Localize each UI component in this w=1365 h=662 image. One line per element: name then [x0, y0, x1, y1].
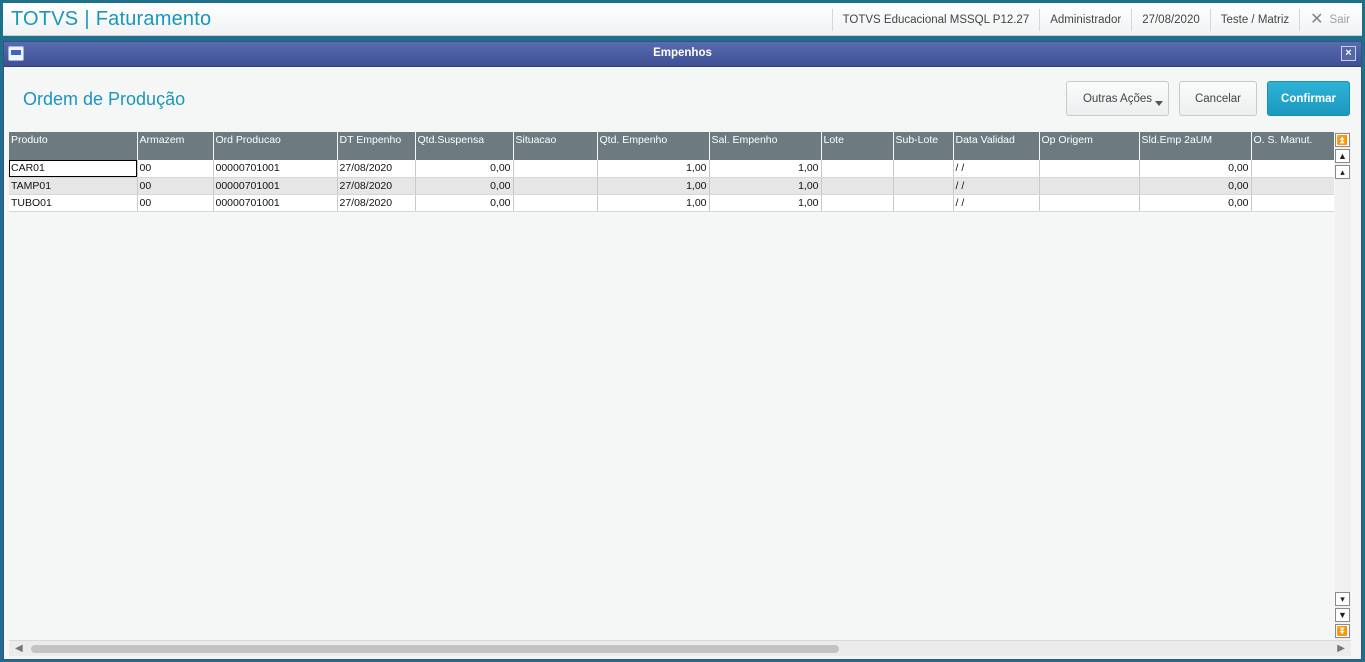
- table-cell[interactable]: 1,00: [709, 194, 822, 212]
- table-cell[interactable]: 27/08/2020: [337, 194, 416, 212]
- table-row[interactable]: CAR01 00 00000701001 27/08/2020 0,00 1,00 1,00…: [9, 160, 1334, 178]
- app-header: TOTVS | Faturamento TOTVS Educacional MSSQ…: [3, 3, 1362, 36]
- column-header[interactable]: Sld.Emp 2aUM: [1139, 132, 1252, 160]
- scroll-right-icon[interactable]: ▶: [1337, 643, 1345, 654]
- column-header[interactable]: Armazem: [137, 132, 214, 160]
- scrollbar-thumb[interactable]: [31, 645, 839, 653]
- column-header[interactable]: Sub-Lote: [893, 132, 954, 160]
- page-down-icon[interactable]: ▼: [1335, 608, 1350, 622]
- table-cell[interactable]: 00000701001: [213, 177, 338, 195]
- table-cell[interactable]: [513, 194, 598, 212]
- table-header-row: Produto Armazem Ord Producao DT Empenho Qtd.…: [9, 132, 1334, 160]
- dialog-header: Ordem de Produção Outras Ações Cancelar …: [4, 67, 1361, 131]
- logout-label: Sair: [1329, 13, 1350, 26]
- table-cell[interactable]: 0,00: [1139, 177, 1252, 195]
- chevron-down-icon: [1155, 101, 1163, 106]
- table-cell[interactable]: 0,00: [1139, 194, 1252, 212]
- table-row[interactable]: TUBO01 00 00000701001 27/08/2020 0,00 1,00 1,0…: [9, 194, 1334, 212]
- table-cell[interactable]: 00000701001: [213, 194, 338, 212]
- table-cell[interactable]: 0,00: [415, 160, 514, 178]
- table-cell[interactable]: [1251, 177, 1334, 195]
- app-title-separator: |: [84, 8, 90, 30]
- table-cell[interactable]: 1,00: [597, 194, 710, 212]
- table-cell[interactable]: [513, 177, 598, 195]
- scroll-down-icon[interactable]: ▾: [1335, 592, 1350, 606]
- table-cell[interactable]: 27/08/2020: [337, 177, 416, 195]
- page-up-icon[interactable]: ▲: [1335, 149, 1350, 163]
- table-cell[interactable]: 0,00: [415, 177, 514, 195]
- user-label[interactable]: Administrador: [1039, 8, 1131, 31]
- table-cell[interactable]: [513, 160, 598, 178]
- column-header[interactable]: Op Origem: [1039, 132, 1140, 160]
- column-header[interactable]: Sal. Empenho: [709, 132, 822, 160]
- environment-label: TOTVS Educacional MSSQL P12.27: [831, 8, 1040, 31]
- logout-button[interactable]: ✕ Sair: [1299, 8, 1362, 31]
- table-cell[interactable]: [1039, 194, 1140, 212]
- scroll-top-icon[interactable]: ⏫: [1335, 133, 1350, 147]
- scroll-up-icon[interactable]: ▴: [1335, 165, 1350, 179]
- table-cell[interactable]: [893, 160, 954, 178]
- table-cell[interactable]: 00000701001: [213, 160, 338, 178]
- company-label[interactable]: Teste / Matriz: [1209, 8, 1299, 31]
- table-cell[interactable]: TUBO01: [9, 194, 138, 212]
- table-cell[interactable]: [1039, 177, 1140, 195]
- table-cell[interactable]: [821, 177, 894, 195]
- column-header[interactable]: DT Empenho: [337, 132, 416, 160]
- scroll-bottom-icon[interactable]: ⏬: [1335, 624, 1350, 638]
- column-header[interactable]: Qtd.Suspensa: [415, 132, 514, 160]
- date-label[interactable]: 27/08/2020: [1131, 8, 1210, 31]
- column-header[interactable]: Lote: [821, 132, 894, 160]
- table-cell[interactable]: / /: [953, 160, 1040, 178]
- other-actions-label: Outras Ações: [1082, 92, 1153, 105]
- vertical-scrollbar[interactable]: ⏫ ▲ ▴ ▾ ▼ ⏬: [1335, 132, 1351, 640]
- table-cell[interactable]: [893, 194, 954, 212]
- page-title: Ordem de Produção: [23, 89, 186, 109]
- table-cell[interactable]: CAR01: [9, 160, 138, 178]
- column-header[interactable]: Produto: [9, 132, 138, 160]
- table-cell[interactable]: 00: [137, 160, 214, 178]
- cancel-button[interactable]: Cancelar: [1179, 81, 1257, 116]
- table-cell[interactable]: 00: [137, 177, 214, 195]
- table-cell[interactable]: 27/08/2020: [337, 160, 416, 178]
- table-cell[interactable]: 1,00: [597, 177, 710, 195]
- app-brand: TOTVS: [11, 8, 79, 30]
- column-header[interactable]: Data Validad: [953, 132, 1040, 160]
- table-cell[interactable]: 0,00: [1139, 160, 1252, 178]
- dialog-titlebar[interactable]: Empenhos ×: [4, 42, 1361, 67]
- table-cell[interactable]: / /: [953, 177, 1040, 195]
- column-header[interactable]: Ord Producao: [213, 132, 338, 160]
- table-cell[interactable]: [1251, 160, 1334, 178]
- horizontal-scrollbar[interactable]: ◀ ▶: [9, 640, 1351, 656]
- column-header[interactable]: Situacao: [513, 132, 598, 160]
- table-cell[interactable]: [821, 194, 894, 212]
- column-header[interactable]: O. S. Manut.: [1251, 132, 1334, 160]
- confirm-button[interactable]: Confirmar: [1267, 81, 1350, 116]
- dialog-title: Empenhos: [653, 47, 712, 59]
- other-actions-button[interactable]: Outras Ações: [1066, 81, 1169, 116]
- empenhos-grid[interactable]: Produto Armazem Ord Producao DT Empenho Qtd.…: [9, 132, 1334, 637]
- table-cell[interactable]: 1,00: [597, 160, 710, 178]
- table-cell[interactable]: [893, 177, 954, 195]
- app-info-bar: TOTVS Educacional MSSQL P12.27 Administr…: [831, 3, 1362, 36]
- dialog-close-button[interactable]: ×: [1341, 46, 1356, 61]
- table-cell[interactable]: 1,00: [709, 177, 822, 195]
- table-cell[interactable]: 0,00: [415, 194, 514, 212]
- table-cell[interactable]: / /: [953, 194, 1040, 212]
- scroll-left-icon[interactable]: ◀: [15, 643, 23, 654]
- app-title: TOTVS | Faturamento: [11, 8, 211, 31]
- table-cell[interactable]: TAMP01: [9, 177, 138, 195]
- close-icon: ✕: [1310, 10, 1324, 28]
- app-module: Faturamento: [95, 8, 212, 30]
- column-header[interactable]: Qtd. Empenho: [597, 132, 710, 160]
- table-cell[interactable]: [821, 160, 894, 178]
- table-cell[interactable]: [1039, 160, 1140, 178]
- table-cell[interactable]: 1,00: [709, 160, 822, 178]
- empenhos-table: Produto Armazem Ord Producao DT Empenho Qtd.…: [9, 132, 1334, 212]
- table-cell[interactable]: [1251, 194, 1334, 212]
- table-row[interactable]: TAMP01 00 00000701001 27/08/2020 0,00 1,00 1,0…: [9, 177, 1334, 195]
- empenhos-dialog: Empenhos × Ordem de Produção Outras Açõe…: [3, 41, 1362, 660]
- table-cell[interactable]: 00: [137, 194, 214, 212]
